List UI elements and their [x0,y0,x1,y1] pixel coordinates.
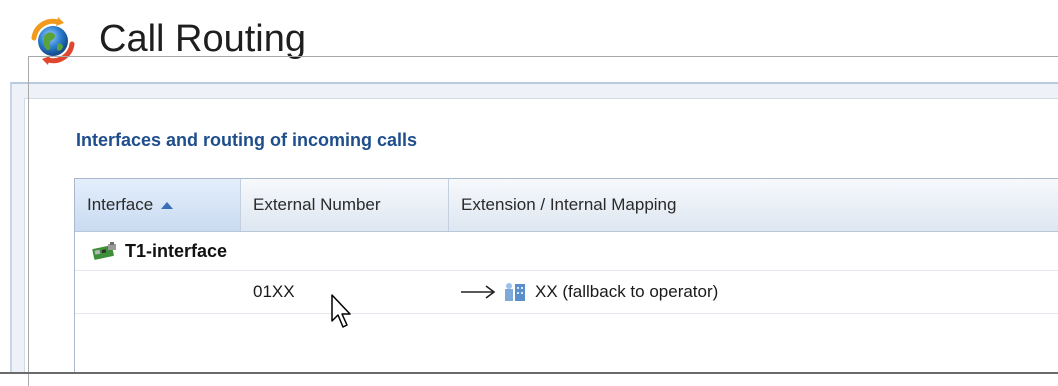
t1-interface-card-icon [92,242,116,260]
group-label: T1-interface [125,241,228,261]
group-row-t1-interface[interactable]: T1-interface [75,232,1058,271]
mapping-cell: XX (fallback to operator) [535,282,719,301]
column-header-extension-mapping[interactable]: Extension / Internal Mapping [449,179,1058,231]
grid-header: Interface External Number Extension / In… [75,179,1058,232]
extension-user-icon [505,283,525,301]
right-arrow-icon [461,285,496,299]
table-row[interactable]: 01XX XX (fallback to operator) [75,271,1058,314]
external-number-cell: 01XX [253,282,295,301]
column-header-external-number-label: External Number [253,195,381,214]
mouse-cursor-icon [331,294,351,328]
column-header-interface[interactable]: Interface [75,179,241,231]
column-header-extension-mapping-label: Extension / Internal Mapping [461,195,677,214]
routing-grid: Interface External Number Extension / In… [74,178,1058,374]
groupbox-legend: Interfaces and routing of incoming calls [72,130,422,151]
sort-ascending-icon [161,202,174,210]
column-header-external-number[interactable]: External Number [241,179,449,231]
column-header-interface-label: Interface [87,195,154,214]
